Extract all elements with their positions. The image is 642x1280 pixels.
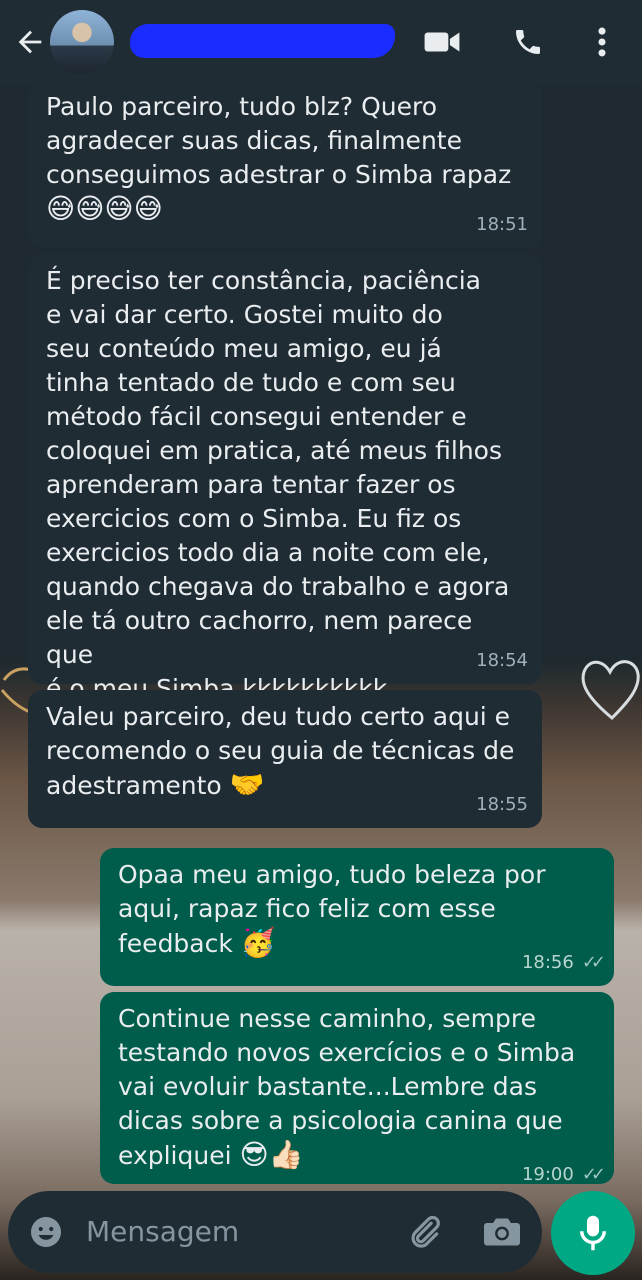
message-meta: 19:00 ✓✓	[521, 1158, 606, 1184]
read-receipt-icon: ✓✓	[581, 1164, 606, 1184]
heart-doodle	[581, 660, 640, 721]
message-bubble-incoming[interactable]: Valeu parceiro, deu tudo certo aqui e re…	[28, 690, 542, 828]
message-bubble-outgoing[interactable]: Opaa meu amigo, tudo beleza por aqui, ra…	[100, 848, 614, 986]
message-meta: 18:56 ✓✓	[521, 946, 606, 980]
more-vert-icon[interactable]	[582, 22, 622, 62]
message-meta: 18:51	[476, 208, 528, 242]
message-composer[interactable]: Mensagem	[8, 1191, 542, 1273]
message-text: É preciso ter constância, paciência e va…	[46, 266, 510, 703]
emoji-icon[interactable]	[26, 1212, 66, 1252]
contact-avatar[interactable]	[50, 10, 114, 74]
message-bubble-incoming[interactable]: É preciso ter constância, paciência e va…	[28, 254, 542, 703]
back-arrow-icon[interactable]	[10, 22, 50, 62]
message-bubble-outgoing[interactable]: Continue nesse caminho, sempre testando …	[100, 992, 614, 1184]
camera-icon[interactable]	[482, 1212, 522, 1252]
read-receipt-icon: ✓✓	[581, 952, 606, 973]
mic-button[interactable]	[551, 1191, 635, 1275]
message-time: 18:54	[476, 650, 528, 671]
message-meta: 18:55	[476, 788, 528, 822]
message-time: 19:00	[521, 1164, 574, 1184]
message-bubble-incoming[interactable]: Paulo parceiro, tudo blz? Quero agradece…	[28, 80, 542, 248]
mic-icon	[580, 1215, 606, 1251]
message-time: 18:56	[521, 952, 574, 973]
message-text: Paulo parceiro, tudo blz? Quero agradece…	[46, 92, 512, 189]
message-input[interactable]: Mensagem	[86, 1215, 239, 1248]
sunglasses-thumbsup-emoji: 😎👍🏻	[239, 1138, 304, 1171]
message-text: Valeu parceiro, deu tudo certo aqui e re…	[46, 702, 515, 800]
phone-icon[interactable]	[508, 22, 548, 62]
contact-name[interactable]	[132, 26, 392, 56]
message-emoji: 😅😅😅😅	[46, 192, 163, 225]
message-time: 18:55	[476, 794, 528, 815]
message-text: Opaa meu amigo, tudo beleza por aqui, ra…	[118, 860, 546, 958]
handshake-emoji: 🤝	[229, 768, 265, 801]
message-meta: 18:54	[476, 644, 528, 678]
message-time: 18:51	[476, 214, 528, 235]
attach-icon[interactable]	[404, 1212, 444, 1252]
message-text: Continue nesse caminho, sempre testando …	[118, 1004, 576, 1170]
chat-header	[0, 0, 642, 84]
party-face-emoji: 🥳	[240, 926, 276, 959]
video-call-icon[interactable]	[422, 22, 462, 62]
